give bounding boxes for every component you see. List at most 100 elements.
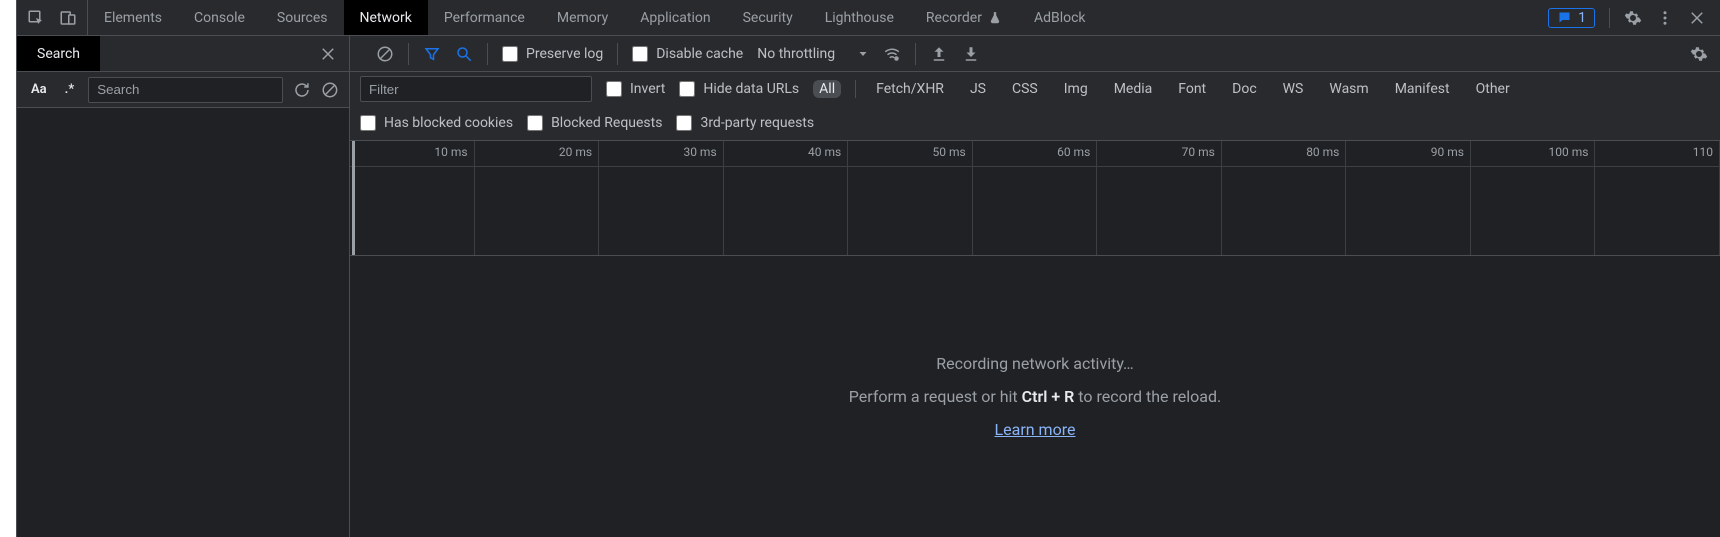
download-icon[interactable] [962,45,980,63]
network-panel: Preserve log Disable cache No throttling [350,36,1720,537]
empty-state: Recording network activity… Perform a re… [350,256,1720,537]
close-icon [319,45,337,63]
type-manifest[interactable]: Manifest [1389,80,1456,98]
checkbox-label: Preserve log [526,46,603,62]
type-media[interactable]: Media [1108,80,1159,98]
tab-performance[interactable]: Performance [428,0,541,35]
type-doc[interactable]: Doc [1226,80,1263,98]
main-tabs: Elements Console Sources Network Perform… [88,0,1102,35]
upload-icon[interactable] [930,45,948,63]
panel-split: Search Aa .* [17,36,1720,537]
network-conditions-icon[interactable] [883,45,901,63]
tick-label: 100 ms [1549,145,1589,159]
type-all[interactable]: All [813,80,841,98]
learn-more-link[interactable]: Learn more [995,420,1076,439]
checkbox-label: 3rd-party requests [700,115,814,131]
search-input[interactable] [88,77,283,103]
third-party-checkbox[interactable]: 3rd-party requests [676,115,814,131]
search-tabrow: Search [17,36,349,72]
hide-data-urls-checkbox[interactable]: Hide data URLs [679,81,799,97]
devtools: Elements Console Sources Network Perform… [17,0,1720,537]
clear-icon[interactable] [321,81,339,99]
disable-cache-checkbox[interactable]: Disable cache [632,46,743,62]
tab-label: Network [360,10,412,26]
invert-checkbox[interactable]: Invert [606,81,665,97]
filter-icon[interactable] [423,45,441,63]
kebab-icon[interactable] [1656,9,1674,27]
tick-label: 30 ms [683,145,716,159]
search-panel: Search Aa .* [17,36,350,537]
throttling-select[interactable]: No throttling [757,46,869,62]
type-img[interactable]: Img [1058,80,1094,98]
blocked-requests-checkbox[interactable]: Blocked Requests [527,115,662,131]
tab-recorder[interactable]: Recorder [910,0,1018,35]
checkbox-label: Invert [630,81,665,97]
match-case-toggle[interactable]: Aa [27,80,51,99]
refresh-icon[interactable] [293,81,311,99]
tick-label: 80 ms [1306,145,1339,159]
close-icon[interactable] [1688,9,1706,27]
tab-label: Sources [277,10,328,26]
flask-icon [988,11,1002,25]
issues-count: 1 [1578,10,1586,26]
regex-toggle[interactable]: .* [61,80,79,99]
type-wasm[interactable]: Wasm [1323,80,1374,98]
tab-sources[interactable]: Sources [261,0,344,35]
network-toolbar: Preserve log Disable cache No throttling [350,36,1720,72]
tab-application[interactable]: Application [624,0,726,35]
tab-adblock[interactable]: AdBlock [1018,0,1102,35]
empty-subtitle: Perform a request or hit Ctrl + R to rec… [849,387,1221,406]
resource-type-filter: All Fetch/XHR JS CSS Img Media Font Doc … [813,80,1516,98]
tab-security[interactable]: Security [727,0,809,35]
search-close-button[interactable] [307,36,349,71]
search-tab-label: Search [37,46,80,62]
separator [408,43,409,65]
clear-icon[interactable] [376,45,394,63]
type-css[interactable]: CSS [1006,80,1044,98]
search-tab[interactable]: Search [17,36,100,71]
tab-network[interactable]: Network [344,0,428,35]
checkbox-label: Hide data URLs [703,81,799,97]
type-ws[interactable]: WS [1277,80,1310,98]
issues-button[interactable]: 1 [1548,8,1595,28]
tab-label: Security [743,10,793,26]
tab-label: Performance [444,10,525,26]
tick-label: 20 ms [559,145,592,159]
network-filterbar: Invert Hide data URLs All Fetch/XHR JS C… [350,72,1720,141]
tab-memory[interactable]: Memory [541,0,624,35]
tab-label: Console [194,10,245,26]
search-toolbar: Aa .* [17,72,349,108]
separator [487,43,488,65]
type-other[interactable]: Other [1470,80,1516,98]
tab-elements[interactable]: Elements [88,0,178,35]
tab-lighthouse[interactable]: Lighthouse [809,0,910,35]
tick-label: 90 ms [1431,145,1464,159]
blocked-cookies-checkbox[interactable]: Has blocked cookies [360,115,513,131]
tab-label: AdBlock [1034,10,1086,26]
type-js[interactable]: JS [964,80,992,98]
throttling-label: No throttling [757,46,835,62]
separator [915,43,916,65]
tick-label: 70 ms [1182,145,1215,159]
timeline-ticks: 10 ms 20 ms 30 ms 40 ms 50 ms 60 ms 70 m… [350,141,1720,255]
filter-input[interactable] [360,76,592,102]
tick-label: 40 ms [808,145,841,159]
empty-title: Recording network activity… [936,354,1134,373]
device-toolbar-icon[interactable] [59,9,77,27]
tab-console[interactable]: Console [178,0,261,35]
timeline-overview[interactable]: 10 ms 20 ms 30 ms 40 ms 50 ms 60 ms 70 m… [350,141,1720,256]
separator [855,80,856,98]
type-font[interactable]: Font [1172,80,1212,98]
type-fetchxhr[interactable]: Fetch/XHR [870,80,950,98]
gear-icon[interactable] [1624,9,1642,27]
preserve-log-checkbox[interactable]: Preserve log [502,46,603,62]
inspect-icon[interactable] [27,9,45,27]
gear-icon[interactable] [1690,45,1708,63]
tab-label: Application [640,10,710,26]
tab-label: Elements [104,10,162,26]
toolbar-right: 1 [1534,0,1720,35]
tab-label: Lighthouse [825,10,894,26]
tick-label: 10 ms [434,145,467,159]
chevron-down-icon [857,48,869,60]
search-icon[interactable] [455,45,473,63]
